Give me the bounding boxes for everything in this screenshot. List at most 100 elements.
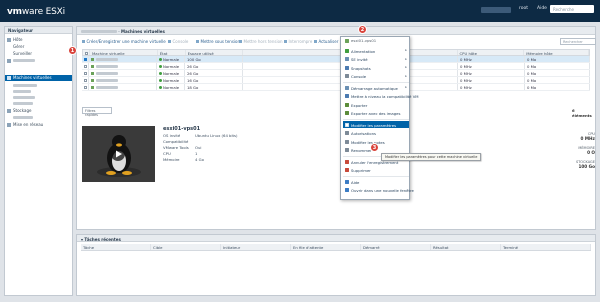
menu-item-8[interactable]: Modifier les paramètres: [343, 121, 409, 128]
vm-name-redacted[interactable]: [89, 84, 157, 90]
global-search-input[interactable]: Recherche: [550, 5, 594, 13]
vm-table-row[interactable]: Normale 26 Go 0 MHz 0 Mo: [82, 70, 590, 77]
row-checkbox[interactable]: [82, 56, 89, 62]
menu-item-1[interactable]: SE invité ▸: [343, 56, 409, 63]
menu-item-icon: [344, 85, 349, 90]
col-queued[interactable]: En file d'attente: [291, 244, 361, 250]
nav-subitem-4[interactable]: [13, 101, 33, 107]
menu-item-icon: [344, 65, 349, 70]
menu-item-13[interactable]: Supprimer: [343, 167, 409, 174]
row-checkbox[interactable]: [82, 84, 89, 90]
row-checkbox[interactable]: [82, 77, 89, 83]
recent-tasks-title[interactable]: ▾ Tâches récentes: [77, 235, 595, 242]
menu-separator: [343, 119, 409, 120]
vm-name-redacted[interactable]: [89, 70, 157, 76]
detail-value-memory: 4 Go: [195, 157, 204, 162]
menu-item-9[interactable]: Autorisations: [343, 130, 409, 137]
vm-space-used: 100 Go: [185, 56, 243, 62]
vm-table-row[interactable]: Normale 16 Go 0 MHz 0 Mo: [82, 77, 590, 84]
vm-name-redacted[interactable]: [89, 77, 157, 83]
menu-item-2[interactable]: Snapshots ▸: [343, 64, 409, 71]
col-state[interactable]: État: [158, 50, 186, 55]
menu-item-icon: [344, 48, 349, 53]
vm-icon: [91, 72, 94, 76]
help-menu[interactable]: Aide: [537, 6, 547, 11]
menu-item-3[interactable]: Console ▸: [343, 73, 409, 80]
vm-state: Normale: [157, 56, 185, 62]
menu-item-6[interactable]: Exporter: [343, 101, 409, 108]
penguin-foot-left: [106, 171, 116, 175]
create-register-vm-button[interactable]: Créer/Enregistrer une machine virtuelle: [82, 39, 166, 44]
menu-item-4[interactable]: Démarrage automatique ▸: [343, 84, 409, 91]
menu-item-icon: [344, 74, 349, 79]
vm-space-used: 18 Go: [185, 84, 243, 90]
cpu-meter: CPU 0 MHz: [580, 132, 595, 141]
vm-search-input[interactable]: Rechercher: [560, 38, 596, 45]
nav-item-storage[interactable]: Stockage: [7, 108, 31, 114]
menu-item-5[interactable]: Mettre à niveau la compatibilité VM: [343, 93, 419, 100]
vm-name-redacted[interactable]: [89, 56, 157, 62]
chevron-right-icon: ▸: [405, 85, 407, 90]
vm-table: Machine virtuelle État Espace utilisé No…: [82, 49, 590, 91]
page-title: Machines virtuelles: [121, 28, 165, 34]
menu-item-icon: [344, 188, 349, 193]
quick-filters-select[interactable]: Filtres rapides: [82, 107, 112, 117]
menu-item-icon: [344, 139, 349, 144]
breadcrumb-host-redacted[interactable]: [81, 29, 117, 33]
menu-item-icon: [344, 122, 349, 127]
vm-console-thumbnail[interactable]: [82, 126, 155, 182]
col-space[interactable]: Espace utilisé: [186, 50, 244, 55]
vm-table-row[interactable]: Normale 18 Go 0 MHz 0 Mo: [82, 84, 590, 91]
detail-label-cpu: CPU: [163, 151, 171, 156]
chevron-right-icon: ▸: [405, 65, 407, 70]
menu-item-14[interactable]: Aide: [343, 178, 409, 185]
penguin-beak: [116, 143, 122, 147]
col-result[interactable]: Résultat: [431, 244, 501, 250]
suspend-button[interactable]: Interrompre: [284, 39, 313, 44]
user-menu[interactable]: root: [519, 6, 528, 11]
select-all-checkbox[interactable]: [83, 50, 90, 55]
refresh-button[interactable]: Actualiser: [314, 39, 339, 44]
col-target[interactable]: Cible: [151, 244, 221, 250]
nav-item-host[interactable]: Hôte: [7, 37, 22, 43]
nav-item-redacted[interactable]: [7, 58, 35, 64]
vm-host-memory: 0 Mo: [525, 84, 590, 90]
vm-table-row[interactable]: Normale 26 Go 0 MHz 0 Mo: [82, 63, 590, 70]
vm-space-used: 26 Go: [185, 70, 243, 76]
vm-icon: [91, 58, 94, 62]
breadcrumb: - Machines virtuelles: [77, 27, 595, 35]
recent-tasks-panel: ▾ Tâches récentes Tâche Cible Initiateur…: [76, 234, 596, 296]
power-on-button[interactable]: Mettre sous tension: [196, 39, 241, 44]
col-started[interactable]: Démarré: [361, 244, 431, 250]
vm-space-used: 26 Go: [185, 63, 243, 69]
col-initiator[interactable]: Initiateur: [221, 244, 291, 250]
menu-item-icon: [344, 94, 349, 99]
col-host-cpu[interactable]: CPU hôte: [458, 50, 525, 55]
console-button[interactable]: Console: [168, 39, 189, 44]
row-checkbox[interactable]: [82, 63, 89, 69]
nav-item-networking[interactable]: Mise en réseau: [7, 122, 43, 128]
step-badge-3: 3: [370, 143, 379, 152]
navigator-panel: Navigateur Hôte Gérer Surveiller Machine…: [4, 26, 73, 296]
vm-state: Normale: [157, 77, 185, 83]
row-checkbox[interactable]: [82, 70, 89, 76]
vm-name-redacted[interactable]: [89, 63, 157, 69]
col-completed[interactable]: Terminé: [501, 244, 591, 250]
virtual-machines-panel: - Machines virtuelles Créer/Enregistrer …: [76, 26, 596, 230]
vm-host-cpu: 0 MHz: [458, 56, 525, 62]
nav-subitem-5[interactable]: [13, 115, 33, 121]
top-bar: vmware ESXi root Aide Recherche: [0, 0, 600, 22]
col-host-memory[interactable]: Mémoire hôte: [524, 50, 590, 55]
menu-item-15[interactable]: Ouvrir dans une nouvelle fenêtre: [343, 187, 414, 194]
nav-item-monitor[interactable]: Surveiller: [13, 51, 32, 57]
col-task[interactable]: Tâche: [81, 244, 151, 250]
menu-item-0[interactable]: Alimentation ▸: [343, 47, 409, 54]
nav-item-manage[interactable]: Gérer: [13, 44, 24, 50]
menu-item-7[interactable]: Exporter avec des images: [343, 110, 409, 117]
nav-item-virtual-machines[interactable]: Machines virtuelles: [5, 75, 72, 81]
power-off-button[interactable]: Mettre hors tension: [239, 39, 283, 44]
vm-host-memory: 0 Mo: [525, 77, 590, 83]
step-badge-2: 2: [358, 25, 367, 34]
col-vm[interactable]: Machine virtuelle: [90, 50, 158, 55]
vm-table-row[interactable]: Normale 100 Go 0 MHz 0 Mo: [82, 56, 590, 63]
